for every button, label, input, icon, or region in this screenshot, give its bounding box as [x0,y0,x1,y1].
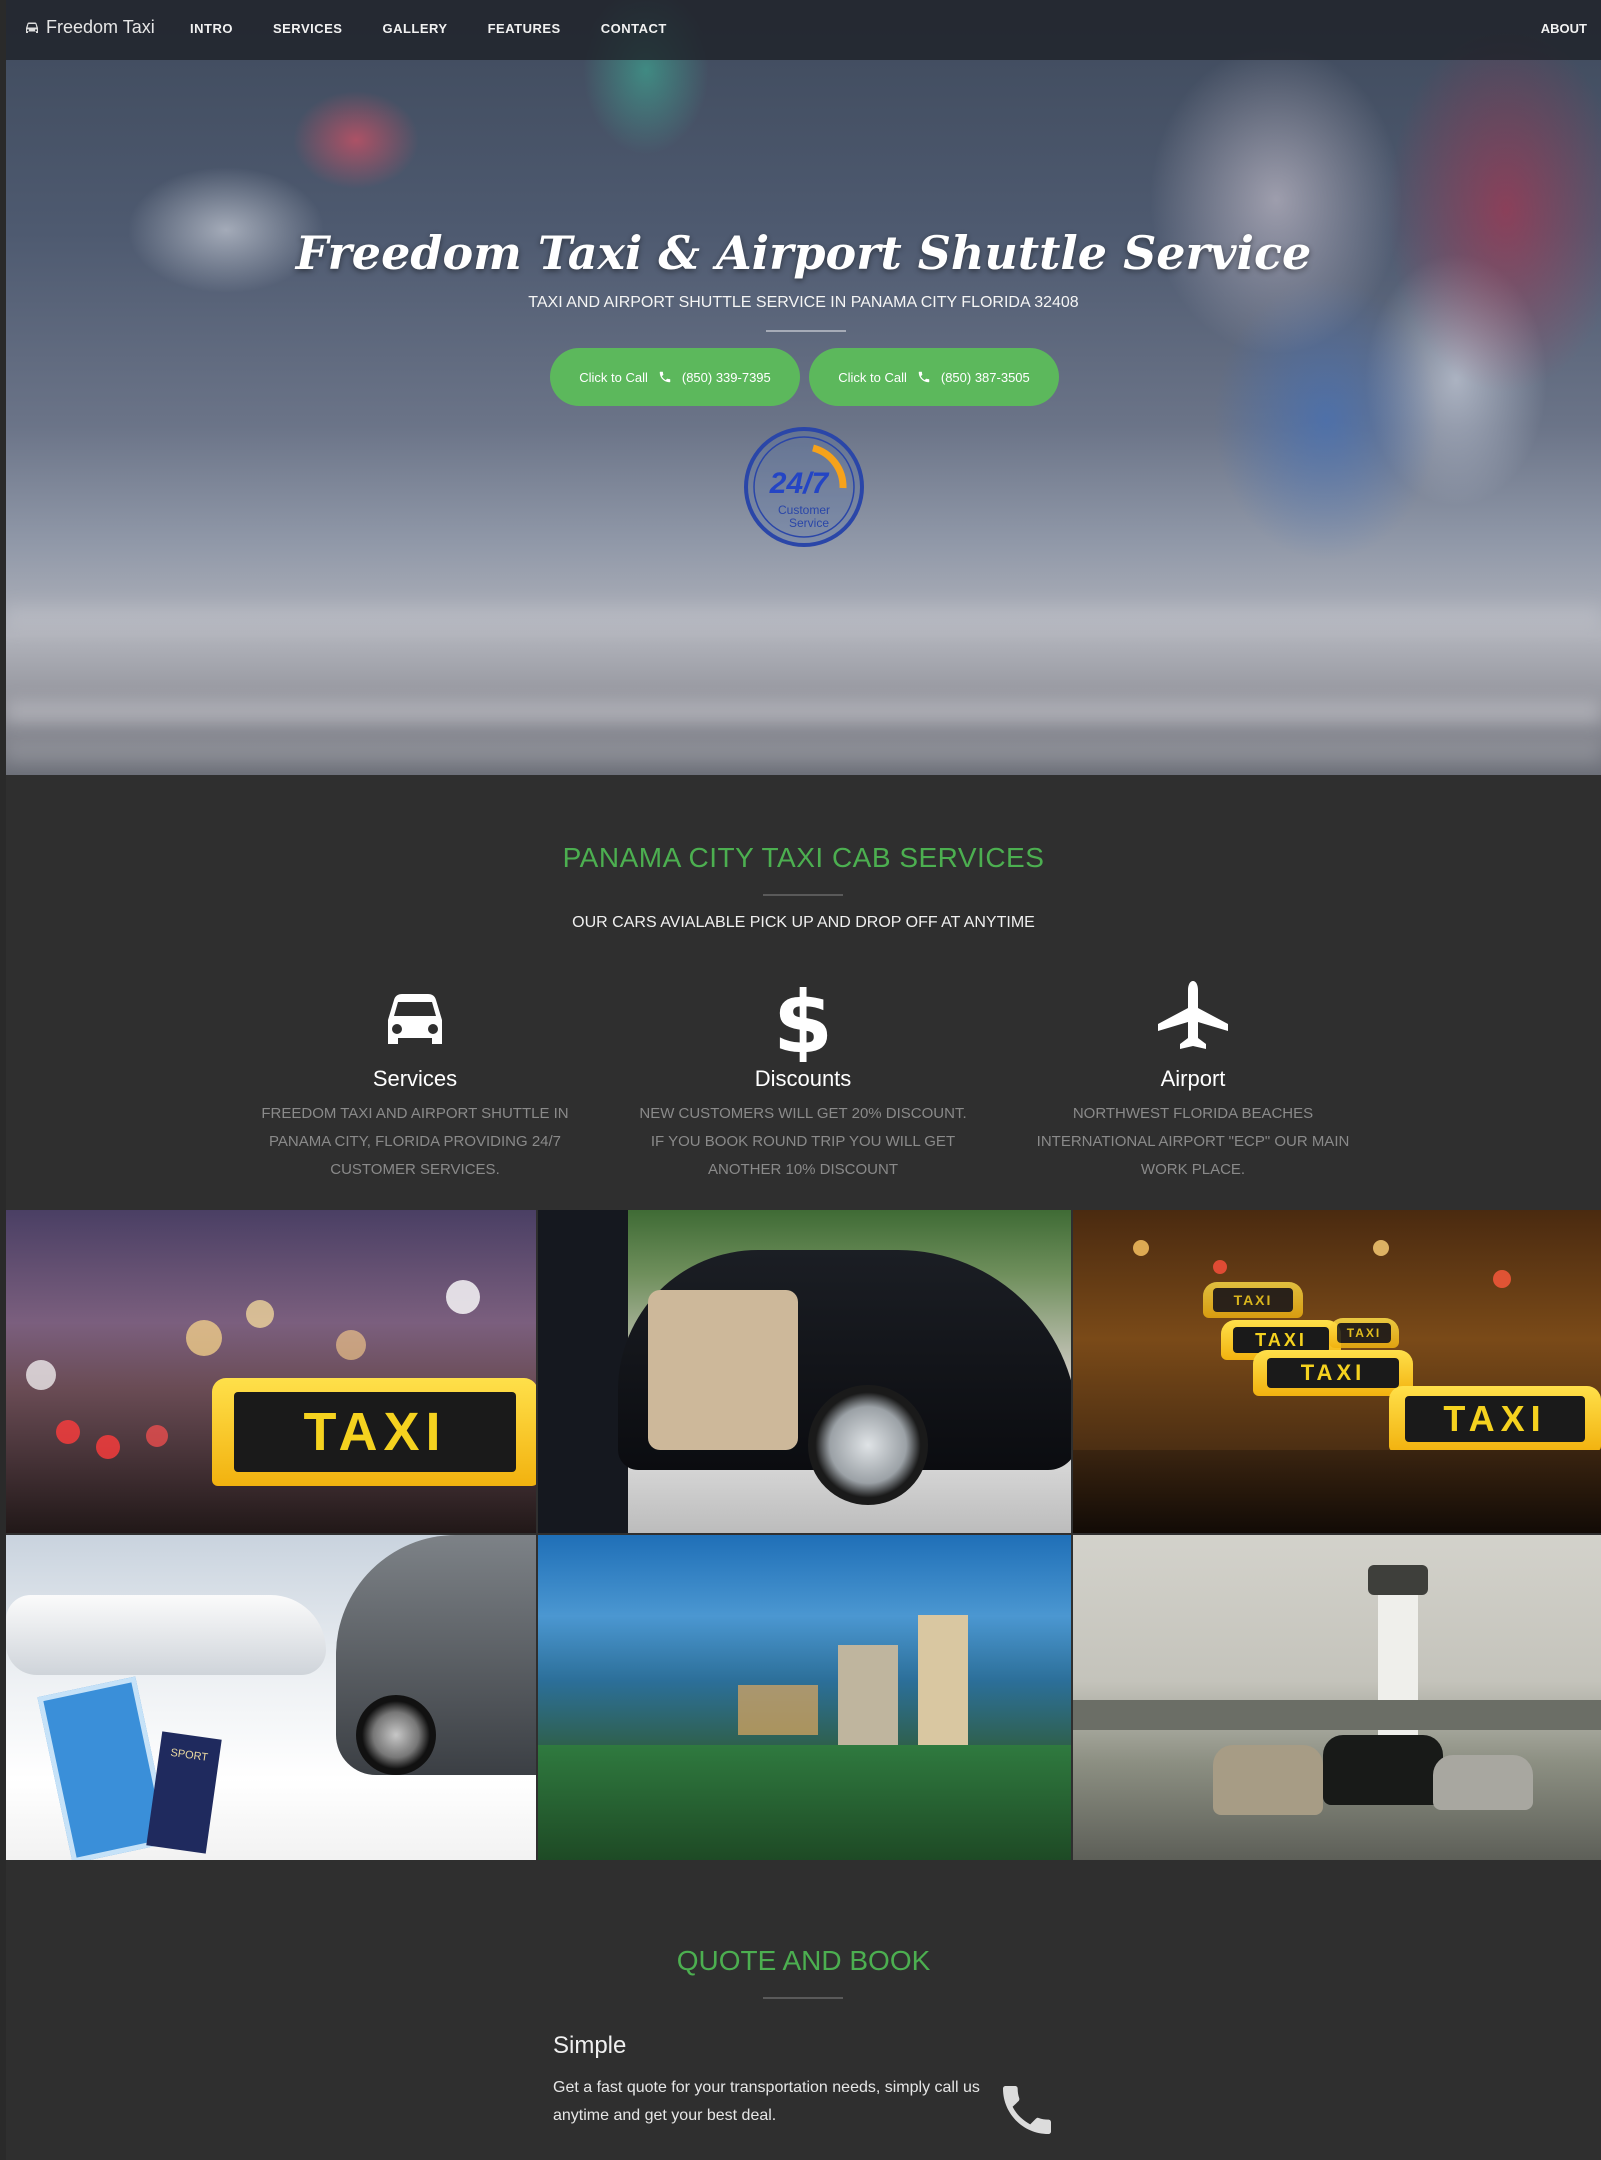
feature-text: NORTHWEST FLORIDA BEACHES INTERNATIONAL … [1036,1105,1350,1178]
gallery-image-limousine[interactable] [538,1210,1071,1533]
svg-text:$: $ [773,976,833,1062]
quote-divider [763,1997,843,1999]
feature-text: NEW CUSTOMERS WILL GET 20% DISCOUNT. IF … [639,1105,967,1178]
badge-line2: Service [789,516,829,530]
gallery-image-taxi-row[interactable]: TAXI TAXI TAXI TAXI TAXI [1073,1210,1601,1533]
nav-gallery[interactable]: GALLERY [382,21,447,36]
hero-subtitle: TAXI AND AIRPORT SHUTTLE SERVICE IN PANA… [528,294,1079,311]
customer-service-badge: 24/7 Customer Service [744,427,864,547]
feature-title: Airport [1160,1066,1226,1091]
simple-text: Get a fast quote for your transportation… [553,2079,980,2124]
dollar-icon: $ [773,976,833,1062]
phone-icon [1003,2086,1051,2134]
gallery-image-taxi-sign[interactable]: TAXI [6,1210,536,1533]
nav-intro[interactable]: INTRO [190,21,233,36]
hero-section: Freedom Taxi & Airport Shuttle Service T… [6,0,1601,775]
services-subtitle: OUR CARS AVIALABLE PICK UP AND DROP OFF … [572,914,1035,931]
phone-icon [918,371,930,383]
services-divider [763,894,843,896]
brand-link[interactable]: Freedom Taxi [24,17,155,38]
badge-line1: Customer [778,503,830,517]
nav-contact[interactable]: CONTACT [601,21,667,36]
call-button-1[interactable]: Click to Call (850) 339-7395 [550,348,800,406]
gallery-image-private-jet[interactable]: SPORT [6,1535,536,1860]
feature-airport: Airport NORTHWEST FLORIDA BEACHES INTERN… [1013,974,1373,1184]
call-button-label: Click to Call [838,369,907,385]
nav-about[interactable]: ABOUT [1541,21,1587,36]
hero-divider [766,330,846,332]
car-icon [26,22,38,33]
feature-services: Services FREEDOM TAXI AND AIRPORT SHUTTL… [235,974,595,1184]
quote-title: QUOTE AND BOOK [676,1945,931,1976]
car-icon [388,994,442,1044]
airplane-icon [1158,981,1228,1049]
feature-title: Discounts [754,1066,852,1091]
page: Freedom Taxi & Airport Shuttle Service T… [6,0,1601,2160]
top-navbar: Freedom Taxi INTRO SERVICES GALLERY FEAT… [6,0,1601,60]
services-title: PANAMA CITY TAXI CAB SERVICES [562,842,1045,873]
feature-title: Services [372,1066,458,1091]
nav-links: INTRO SERVICES GALLERY FEATURES CONTACT [190,21,667,36]
call-button-phone: (850) 387-3505 [940,369,1030,385]
call-button-label: Click to Call [579,369,648,385]
feature-text: FREEDOM TAXI AND AIRPORT SHUTTLE IN PANA… [261,1105,569,1178]
hero-title: Freedom Taxi & Airport Shuttle Service [295,226,1312,280]
gallery-image-airport-tower[interactable] [1073,1535,1601,1860]
nav-features[interactable]: FEATURES [488,21,561,36]
brand-name: Freedom Taxi [46,17,155,37]
passport-text: SPORT [146,1731,222,1854]
call-button-phone: (850) 339-7395 [681,369,771,385]
taxi-sign: TAXI [212,1378,536,1486]
call-button-2[interactable]: Click to Call (850) 387-3505 [809,348,1059,406]
badge-24-7: 24/7 [769,467,830,500]
feature-discounts: $ Discounts NEW CUSTOMERS WILL GET 20% D… [623,974,983,1184]
gallery-image-beach-city[interactable] [538,1535,1071,1860]
phone-icon [659,371,671,383]
nav-services[interactable]: SERVICES [273,21,343,36]
simple-heading: Simple [553,2032,627,2059]
